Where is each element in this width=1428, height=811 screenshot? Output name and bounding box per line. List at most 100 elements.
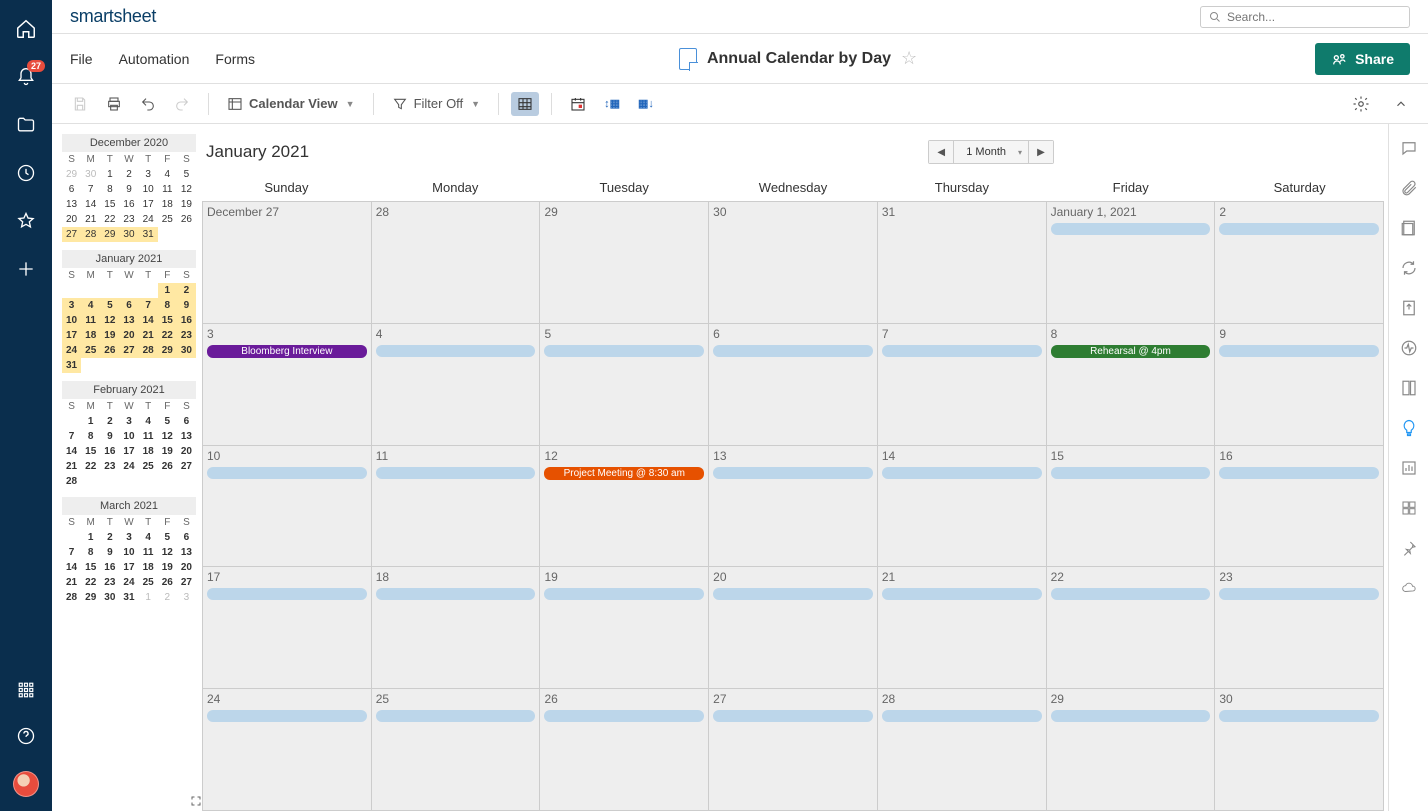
report-icon[interactable] [1399,458,1419,478]
cloud-icon[interactable] [1399,578,1419,598]
calendar-day[interactable]: 28 [372,202,541,323]
calendar-event-bar[interactable] [713,710,873,722]
calendar-event-bar[interactable] [1219,710,1379,722]
browse-icon[interactable] [15,114,37,136]
menu-automation[interactable]: Automation [119,51,190,67]
calendar-event-bar[interactable] [376,710,536,722]
calendar-day[interactable]: 12Project Meeting @ 8:30 am [540,446,709,567]
calendar-day[interactable]: 24 [203,689,372,810]
settings-icon[interactable] [1346,91,1376,117]
calendar-event[interactable]: Bloomberg Interview [207,345,367,358]
calendar-event-bar[interactable] [882,710,1042,722]
calendar-day[interactable]: 29 [540,202,709,323]
calendar-day[interactable]: 2 [1215,202,1384,323]
menu-forms[interactable]: Forms [215,51,255,67]
publish-icon[interactable] [1399,298,1419,318]
calendar-day[interactable]: 29 [1047,689,1216,810]
summary-icon[interactable] [1399,378,1419,398]
calendar-event-bar[interactable] [376,345,536,357]
help-icon[interactable] [15,725,37,747]
calendar-day[interactable]: 31 [878,202,1047,323]
calendar-day[interactable]: 5 [540,324,709,445]
mini-calendar[interactable]: March 2021SMTWTFS12345678910111213141516… [62,497,196,605]
calendar-event-bar[interactable] [1219,467,1379,479]
workapps-icon[interactable] [1399,418,1419,438]
share-button[interactable]: Share [1315,43,1410,75]
filter-button[interactable]: Filter Off ▼ [386,92,487,116]
favorite-star-icon[interactable]: ☆ [901,48,917,69]
calendar-event-bar[interactable] [713,345,873,357]
view-switcher[interactable]: Calendar View ▼ [221,92,361,116]
menu-file[interactable]: File [70,51,93,67]
calendar-day[interactable]: 8Rehearsal @ 4pm [1047,324,1216,445]
conversations-icon[interactable] [1399,138,1419,158]
next-button[interactable]: ▶ [1029,141,1053,163]
calendar-day[interactable]: 9 [1215,324,1384,445]
calendar-day[interactable]: December 27 [203,202,372,323]
calendar-day[interactable]: 15 [1047,446,1216,567]
calendar-day[interactable]: January 1, 2021 [1047,202,1216,323]
mini-calendar[interactable]: February 2021SMTWTFS12345678910111213141… [62,381,196,489]
calendar-event-bar[interactable] [1219,223,1379,235]
update-requests-icon[interactable] [1399,258,1419,278]
calendar-day[interactable]: 28 [878,689,1047,810]
search-input[interactable] [1227,10,1401,24]
today-icon[interactable] [564,92,592,116]
calendar-event-bar[interactable] [376,467,536,479]
print-icon[interactable] [100,92,128,116]
apps-icon[interactable] [15,679,37,701]
calendar-event-bar[interactable] [882,345,1042,357]
calendar-day[interactable]: 10 [203,446,372,567]
proofs-icon[interactable] [1399,218,1419,238]
calendar-day[interactable]: 23 [1215,567,1384,688]
calendar-day[interactable]: 30 [709,202,878,323]
calendar-day[interactable]: 17 [203,567,372,688]
fullscreen-icon[interactable] [188,793,204,809]
home-icon[interactable] [15,18,37,40]
calendar-event-bar[interactable] [882,467,1042,479]
calendar-event-bar[interactable] [1051,588,1211,600]
calendar-event-bar[interactable] [207,588,367,600]
calendar-day[interactable]: 21 [878,567,1047,688]
calendar-day[interactable]: 27 [709,689,878,810]
user-avatar[interactable] [13,771,39,797]
calendar-day[interactable]: 25 [372,689,541,810]
calendar-event-bar[interactable] [1051,223,1211,235]
cal-tool-2[interactable]: ▦↓ [632,93,660,114]
calendar-event-bar[interactable] [713,588,873,600]
calendar-day[interactable]: 20 [709,567,878,688]
calendar-event-bar[interactable] [882,588,1042,600]
calendar-day[interactable]: 18 [372,567,541,688]
calendar-event-bar[interactable] [544,710,704,722]
calendar-event-bar[interactable] [1051,467,1211,479]
calendar-event-bar[interactable] [544,345,704,357]
attachments-icon[interactable] [1399,178,1419,198]
activity-log-icon[interactable] [1399,338,1419,358]
calendar-event-bar[interactable] [1219,588,1379,600]
calendar-day[interactable]: 30 [1215,689,1384,810]
grid-view-toggle[interactable] [511,92,539,116]
pin-icon[interactable] [1399,538,1419,558]
period-selector[interactable]: 1 Month [953,141,1029,163]
calendar-day[interactable]: 16 [1215,446,1384,567]
calendar-day[interactable]: 13 [709,446,878,567]
recents-icon[interactable] [15,162,37,184]
calendar-event-bar[interactable] [544,588,704,600]
calendar-event-bar[interactable] [207,467,367,479]
calendar-day[interactable]: 14 [878,446,1047,567]
calendar-event-bar[interactable] [207,710,367,722]
calendar-event[interactable]: Project Meeting @ 8:30 am [544,467,704,480]
calendar-event-bar[interactable] [376,588,536,600]
collapse-panel-icon[interactable] [1388,93,1414,115]
mini-calendar[interactable]: January 2021SMTWTFS123456789101112131415… [62,250,196,373]
favorites-icon[interactable] [15,210,37,232]
calendar-event[interactable]: Rehearsal @ 4pm [1051,345,1211,358]
calendar-day[interactable]: 3Bloomberg Interview [203,324,372,445]
notifications-icon[interactable]: 27 [15,66,37,88]
undo-icon[interactable] [134,92,162,116]
search-box[interactable] [1200,6,1410,28]
dashboard-icon[interactable] [1399,498,1419,518]
calendar-day[interactable]: 11 [372,446,541,567]
mini-calendar[interactable]: December 2020SMTWTFS29301234567891011121… [62,134,196,242]
calendar-day[interactable]: 7 [878,324,1047,445]
